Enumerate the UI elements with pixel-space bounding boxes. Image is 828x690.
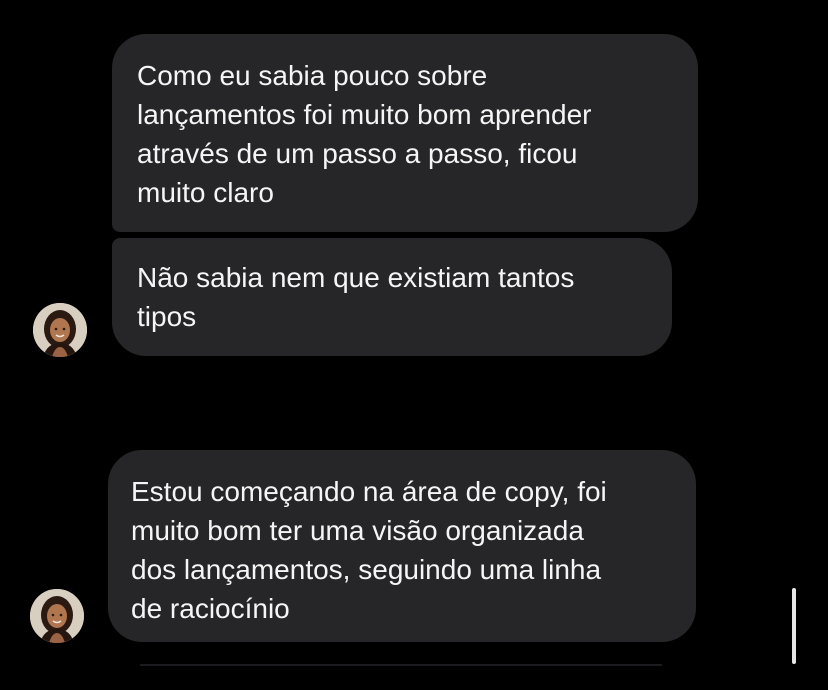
message-bubble[interactable]: Como eu sabia pouco sobre lançamentos fo… — [112, 34, 698, 232]
message-bubble[interactable]: Estou começando na área de copy, foi mui… — [108, 450, 696, 642]
avatar-photo-icon — [33, 303, 87, 357]
message-bubble[interactable]: Não sabia nem que existiam tantos tipos — [112, 238, 672, 356]
avatar[interactable] — [33, 303, 87, 357]
avatar[interactable] — [30, 589, 84, 643]
message-text: Estou começando na área de copy, foi mui… — [131, 476, 607, 624]
scrollbar[interactable] — [792, 588, 796, 664]
avatar-photo-icon — [30, 589, 84, 643]
message-text: Como eu sabia pouco sobre lançamentos fo… — [137, 60, 592, 208]
message-text: Não sabia nem que existiam tantos tipos — [137, 262, 575, 332]
divider — [140, 664, 662, 666]
